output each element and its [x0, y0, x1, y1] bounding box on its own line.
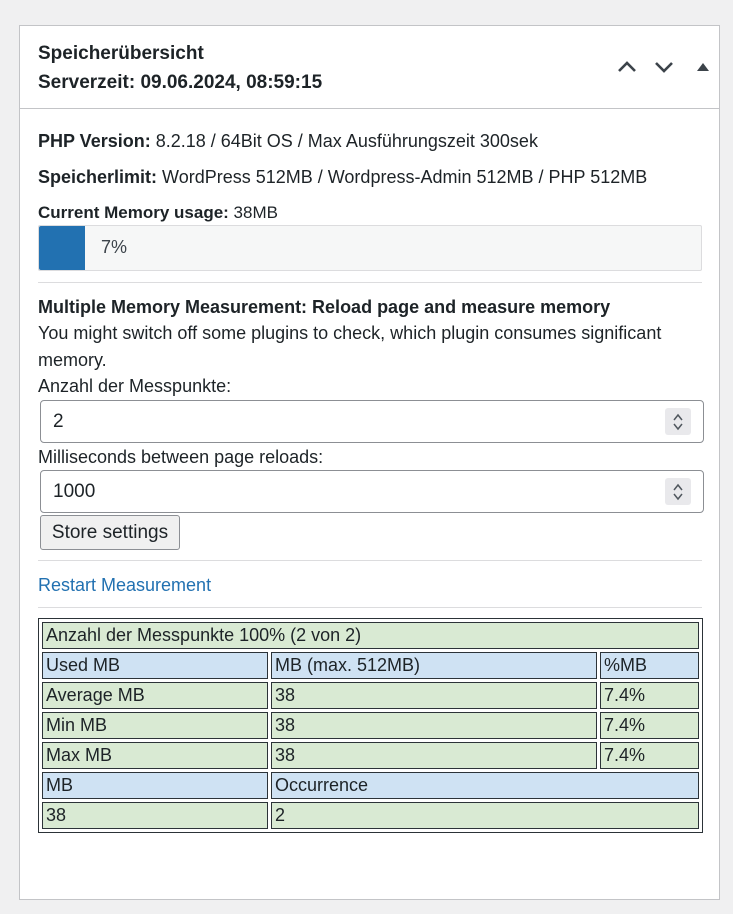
memory-usage-row: Current Memory usage: 38MB [38, 203, 278, 223]
php-version-row: PHP Version: 8.2.18 / 64Bit OS / Max Aus… [38, 131, 538, 152]
interval-input-value: 1000 [53, 481, 96, 502]
table-cell: Average MB [42, 682, 268, 709]
interval-label: Milliseconds between page reloads: [38, 447, 324, 467]
table-header-cell: Used MB [42, 652, 268, 679]
table-cell: 38 [271, 682, 597, 709]
table-header-cell: Occurrence [271, 772, 699, 799]
table-cell: 38 [271, 742, 597, 769]
table-row: MB Occurrence [42, 772, 699, 799]
memory-usage-bar: 7% [38, 225, 702, 271]
memory-overview-widget: Speicherübersicht Serverzeit: 09.06.2024… [19, 25, 720, 900]
table-cell: 7.4% [600, 682, 699, 709]
points-input-value: 2 [53, 411, 64, 432]
move-up-button[interactable] [616, 56, 638, 78]
php-version-label: PHP Version: [38, 131, 151, 151]
table-cell: Max MB [42, 742, 268, 769]
table-cell: 38 [271, 712, 597, 739]
measurement-description-line1: You might switch off some plugins to che… [38, 323, 662, 343]
table-row: Min MB 38 7.4% [42, 712, 699, 739]
points-input[interactable]: 2 [40, 400, 704, 443]
table-cell: 2 [271, 802, 699, 829]
table-row: Max MB 38 7.4% [42, 742, 699, 769]
divider [38, 282, 702, 283]
results-table: Anzahl der Messpunkte 100% (2 von 2) Use… [38, 618, 703, 833]
memory-usage-label: Current Memory usage: [38, 203, 229, 222]
store-settings-button[interactable]: Store settings [40, 515, 180, 550]
spinner-icon [673, 483, 683, 500]
table-row: Used MB MB (max. 512MB) %MB [42, 652, 699, 679]
table-header-cell: %MB [600, 652, 699, 679]
server-time: Serverzeit: 09.06.2024, 08:59:15 [38, 72, 323, 93]
move-down-button[interactable] [653, 56, 675, 78]
table-cell: Min MB [42, 712, 268, 739]
widget-title: Speicherübersicht [38, 43, 204, 64]
memory-limit-label: Speicherlimit: [38, 167, 158, 187]
table-row: Average MB 38 7.4% [42, 682, 699, 709]
interval-spinner[interactable] [665, 478, 691, 505]
restart-measurement-link[interactable]: Restart Measurement [38, 575, 211, 596]
chevron-up-icon [618, 61, 636, 72]
divider [38, 607, 702, 608]
table-cell: 38 [42, 802, 268, 829]
memory-usage-percent: 7% [101, 237, 128, 257]
memory-usage-fill [39, 226, 85, 270]
measurement-heading: Multiple Memory Measurement: Reload page… [38, 297, 611, 317]
measurement-description-line2: memory. [38, 350, 107, 370]
results-title-cell: Anzahl der Messpunkte 100% (2 von 2) [42, 622, 699, 649]
spinner-icon [673, 413, 683, 430]
table-cell: 7.4% [600, 712, 699, 739]
points-spinner[interactable] [665, 408, 691, 435]
memory-limit-row: Speicherlimit: WordPress 512MB / Wordpre… [38, 167, 647, 188]
caret-up-icon [697, 63, 709, 71]
divider [38, 560, 702, 561]
memory-limit-value: WordPress 512MB / Wordpress-Admin 512MB … [157, 167, 648, 187]
php-version-value: 8.2.18 / 64Bit OS / Max Ausführungszeit … [150, 131, 538, 151]
table-row: 38 2 [42, 802, 699, 829]
memory-usage-value: 38MB [228, 203, 278, 222]
table-cell: 7.4% [600, 742, 699, 769]
widget-header: Speicherübersicht Serverzeit: 09.06.2024… [20, 26, 719, 109]
chevron-down-icon [655, 62, 673, 73]
table-header-cell: MB [42, 772, 268, 799]
toggle-panel-button[interactable] [692, 56, 714, 78]
table-row: Anzahl der Messpunkte 100% (2 von 2) [42, 622, 699, 649]
table-header-cell: MB (max. 512MB) [271, 652, 597, 679]
points-label: Anzahl der Messpunkte: [38, 376, 232, 396]
interval-input[interactable]: 1000 [40, 470, 704, 513]
